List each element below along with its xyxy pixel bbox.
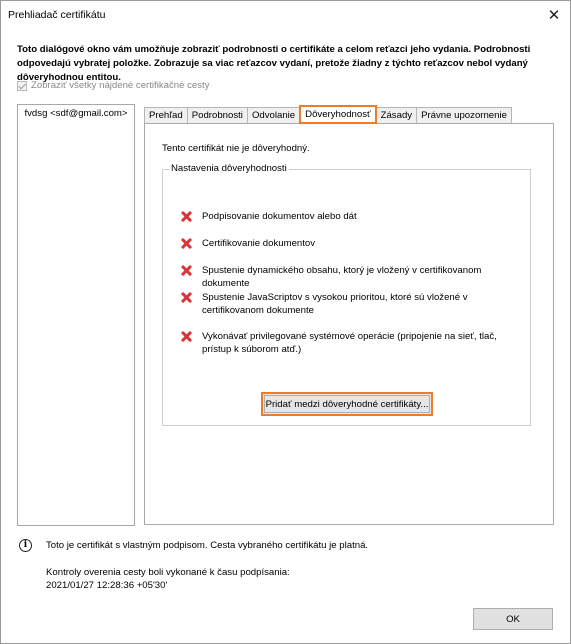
permission-label: Podpisovanie dokumentov alebo dát: [202, 211, 357, 222]
tab-policies[interactable]: Zásady: [375, 107, 418, 123]
close-icon: ✕: [547, 7, 561, 24]
certificate-path-list[interactable]: fvdsg <sdf@gmail.com>: [17, 104, 135, 526]
path-validation-time: 2021/01/27 12:28:36 +05'30': [46, 580, 168, 591]
info-icon: i: [19, 539, 32, 552]
deny-x-icon: [181, 292, 192, 303]
permission-label: Vykonávať privilegované systémové operác…: [202, 331, 497, 355]
permission-item-certify: Certifikovanie dokumentov: [181, 237, 521, 250]
trust-settings-label: Nastavenia dôveryhodnosti: [169, 163, 289, 174]
certificate-list-item[interactable]: fvdsg <sdf@gmail.com>: [18, 108, 134, 119]
path-validation-info: Kontroly overenia cesty boli vykonané k …: [46, 566, 290, 592]
tab-bar: Prehľad Podrobnosti Odvolanie Dôveryhodn…: [144, 105, 512, 124]
show-all-paths-checkbox[interactable]: Zobraziť všetky nájdené certifikačné ces…: [17, 80, 210, 91]
path-validation-line: Kontroly overenia cesty boli vykonané k …: [46, 567, 290, 578]
title-bar: Prehliadač certifikátu ✕: [1, 1, 570, 29]
trust-panel: Tento certifikát nie je dôveryhodný. Nas…: [144, 123, 554, 525]
permission-item-sign: Podpisovanie dokumentov alebo dát: [181, 210, 521, 223]
window-title: Prehliadač certifikátu: [8, 9, 106, 21]
deny-x-icon: [181, 211, 192, 222]
tab-legal-notice[interactable]: Právne upozornenie: [416, 107, 512, 123]
deny-x-icon: [181, 331, 192, 342]
deny-x-icon: [181, 238, 192, 249]
permission-label: Spustenie dynamického obsahu, ktorý je v…: [202, 265, 482, 289]
tab-summary[interactable]: Prehľad: [144, 107, 188, 123]
tab-trust[interactable]: Dôveryhodnosť: [299, 105, 377, 124]
dialog-description: Toto dialógové okno vám umožňuje zobrazi…: [17, 44, 531, 83]
certificate-viewer-window: Prehliadač certifikátu ✕ Toto dialógové …: [0, 0, 571, 644]
tab-revocation[interactable]: Odvolanie: [246, 107, 301, 123]
ok-button[interactable]: OK: [473, 608, 553, 630]
certificate-status-text: Toto je certifikát s vlastným podpisom. …: [46, 540, 369, 551]
add-to-trusted-button[interactable]: Pridať medzi dôveryhodné certifikáty...: [261, 392, 433, 416]
tab-details[interactable]: Podrobnosti: [186, 107, 248, 123]
permission-label: Spustenie JavaScriptov s vysokou priorit…: [202, 292, 468, 316]
checkbox-check-icon: [17, 80, 27, 91]
permission-item-dynamic-content: Spustenie dynamického obsahu, ktorý je v…: [181, 264, 521, 290]
permission-item-javascript: Spustenie JavaScriptov s vysokou priorit…: [181, 291, 521, 317]
add-to-trusted-label: Pridať medzi dôveryhodné certifikáty...: [264, 395, 430, 413]
permission-label: Certifikovanie dokumentov: [202, 238, 316, 249]
close-button[interactable]: ✕: [538, 1, 570, 29]
trust-settings-group: Nastavenia dôveryhodnosti Podpisovanie d…: [162, 163, 531, 426]
show-all-paths-label: Zobraziť všetky nájdené certifikačné ces…: [31, 80, 210, 91]
trust-status-text: Tento certifikát nie je dôveryhodný.: [162, 143, 310, 154]
deny-x-icon: [181, 265, 192, 276]
permission-item-privileged-ops: Vykonávať privilegované systémové operác…: [181, 330, 521, 356]
